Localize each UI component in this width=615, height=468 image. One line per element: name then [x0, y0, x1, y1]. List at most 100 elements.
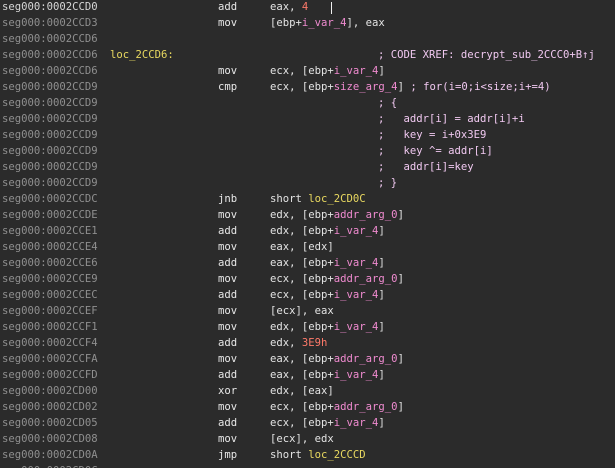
instruction-operands[interactable]: short loc_2CD0C	[270, 191, 366, 207]
listing-line[interactable]: seg000:0002CCDE mov edx, [ebp+addr_arg_0]	[0, 207, 615, 223]
instruction-mnemonic[interactable]: mov	[218, 303, 237, 319]
instruction-operands[interactable]: ecx, [ebp+i_var_4]	[270, 287, 385, 303]
line-address[interactable]: seg000:0002CCD9	[2, 111, 98, 127]
line-address[interactable]: seg000:0002CCD3	[2, 15, 98, 31]
line-address[interactable]: seg000:0002CCE9	[2, 271, 98, 287]
line-address[interactable]: seg000:0002CCE1	[2, 223, 98, 239]
instruction-mnemonic[interactable]: jmp	[218, 447, 237, 463]
line-address[interactable]: seg000:0002CD0A	[2, 447, 98, 463]
instruction-operands[interactable]: [ecx], edx	[270, 431, 334, 447]
line-address[interactable]: seg000:0002CCD9	[2, 127, 98, 143]
instruction-mnemonic[interactable]: mov	[218, 399, 237, 415]
line-address[interactable]: seg000:0002CCD9	[2, 143, 98, 159]
instruction-mnemonic[interactable]: add	[218, 367, 237, 383]
operand-variable[interactable]: i_var_4	[334, 321, 379, 333]
instruction-mnemonic[interactable]: mov	[218, 351, 237, 367]
operand-variable[interactable]: i_var_4	[302, 17, 347, 29]
listing-line[interactable]: seg000:0002CCF1 mov edx, [ebp+i_var_4]	[0, 319, 615, 335]
instruction-mnemonic[interactable]: mov	[218, 207, 237, 223]
line-address[interactable]: seg000:0002CD08	[2, 431, 98, 447]
instruction-operands[interactable]: ecx, [ebp+size_arg_4] ; for(i=0;i<size;i…	[270, 79, 551, 95]
line-address[interactable]: seg000:0002CCD6	[2, 31, 98, 47]
line-address[interactable]: seg000:0002CCE6	[2, 255, 98, 271]
listing-line[interactable]: seg000:0002CD0C ; -----------------------…	[0, 463, 615, 468]
listing-line[interactable]: seg000:0002CCD9 ; key ^= addr[i]	[0, 143, 615, 159]
operand-variable[interactable]: addr_arg_0	[334, 401, 398, 413]
listing-line[interactable]: seg000:0002CCD9 ; addr[i] = addr[i]+i	[0, 111, 615, 127]
line-address[interactable]: seg000:0002CCEC	[2, 287, 98, 303]
listing-line[interactable]: seg000:0002CCF4 add edx, 3E9h	[0, 335, 615, 351]
line-address[interactable]: seg000:0002CCDC	[2, 191, 98, 207]
instruction-mnemonic[interactable]: mov	[218, 271, 237, 287]
instruction-operands[interactable]: ecx, [ebp+addr_arg_0]	[270, 271, 404, 287]
operand-variable[interactable]: addr_arg_0	[334, 273, 398, 285]
instruction-operands[interactable]: edx, [ebp+addr_arg_0]	[270, 207, 404, 223]
operand-variable[interactable]: addr_arg_0	[334, 209, 398, 221]
instruction-operands[interactable]: short loc_2CCCD	[270, 447, 366, 463]
instruction-operands[interactable]: edx, 3E9h	[270, 335, 327, 351]
listing-line[interactable]: seg000:0002CD00 xor edx, [eax]	[0, 383, 615, 399]
listing-line[interactable]: seg000:0002CCD0 add eax, 4	[0, 0, 615, 15]
line-address[interactable]: seg000:0002CCEF	[2, 303, 98, 319]
operand-variable[interactable]: i_var_4	[334, 369, 379, 381]
line-address[interactable]: seg000:0002CCD6	[2, 63, 98, 79]
listing-line[interactable]: seg000:0002CCD6 loc_2CCD6: ; CODE XREF: de…	[0, 47, 615, 63]
operand-immediate[interactable]: 3E9h	[302, 337, 328, 349]
instruction-mnemonic[interactable]: jnb	[218, 191, 237, 207]
instruction-operands[interactable]: ecx, [ebp+i_var_4]	[270, 63, 385, 79]
line-address[interactable]: seg000:0002CCD9	[2, 159, 98, 175]
line-address[interactable]: seg000:0002CD02	[2, 399, 98, 415]
line-address[interactable]: seg000:0002CCE4	[2, 239, 98, 255]
instruction-mnemonic[interactable]: mov	[218, 239, 237, 255]
operand-immediate[interactable]: 4	[302, 1, 308, 13]
instruction-mnemonic[interactable]: add	[218, 0, 237, 15]
listing-line[interactable]: seg000:0002CCD9 ; {	[0, 95, 615, 111]
instruction-mnemonic[interactable]: add	[218, 287, 237, 303]
instruction-operands[interactable]: edx, [ebp+i_var_4]	[270, 223, 385, 239]
operand-variable[interactable]: i_var_4	[334, 257, 379, 269]
instruction-mnemonic[interactable]: mov	[218, 431, 237, 447]
listing-line[interactable]: seg000:0002CCD9 ; key = i+0x3E9	[0, 127, 615, 143]
operand-jump-target[interactable]: loc_2CD0C	[308, 193, 365, 205]
listing-line[interactable]: seg000:0002CCE6 add eax, [ebp+i_var_4]	[0, 255, 615, 271]
line-address[interactable]: seg000:0002CD05	[2, 415, 98, 431]
line-address[interactable]: seg000:0002CD00	[2, 383, 98, 399]
instruction-operands[interactable]: eax, [ebp+i_var_4]	[270, 367, 385, 383]
instruction-operands[interactable]: eax, [ebp+addr_arg_0]	[270, 351, 404, 367]
listing-line[interactable]: seg000:0002CCD6	[0, 31, 615, 47]
listing-line[interactable]: seg000:0002CCD9 ; addr[i]=key	[0, 159, 615, 175]
instruction-mnemonic[interactable]: add	[218, 415, 237, 431]
line-address[interactable]: seg000:0002CCDE	[2, 207, 98, 223]
listing-line[interactable]: seg000:0002CCEC add ecx, [ebp+i_var_4]	[0, 287, 615, 303]
listing-line[interactable]: seg000:0002CCD9 cmp ecx, [ebp+size_arg_4] …	[0, 79, 615, 95]
instruction-mnemonic[interactable]: mov	[218, 63, 237, 79]
listing-line[interactable]: seg000:0002CCFD add eax, [ebp+i_var_4]	[0, 367, 615, 383]
instruction-operands[interactable]: eax, [ebp+i_var_4]	[270, 255, 385, 271]
instruction-operands[interactable]: ecx, [ebp+i_var_4]	[270, 415, 385, 431]
instruction-mnemonic[interactable]: cmp	[218, 79, 237, 95]
disassembly-listing[interactable]: seg000:0002CCD0 add eax, 4 seg000:0002CCD3 m…	[0, 0, 615, 468]
instruction-operands[interactable]: edx, [eax]	[270, 383, 334, 399]
instruction-operands[interactable]: ecx, [ebp+addr_arg_0]	[270, 399, 404, 415]
line-address[interactable]: seg000:0002CCD0	[2, 0, 98, 15]
operand-jump-target[interactable]: loc_2CCCD	[308, 449, 365, 461]
line-address[interactable]: seg000:0002CCD9	[2, 79, 98, 95]
instruction-mnemonic[interactable]: mov	[218, 15, 237, 31]
listing-line[interactable]: seg000:0002CCE4 mov eax, [edx]	[0, 239, 615, 255]
listing-line[interactable]: seg000:0002CD08 mov [ecx], edx	[0, 431, 615, 447]
operand-variable[interactable]: i_var_4	[334, 225, 379, 237]
listing-line[interactable]: seg000:0002CCD3 mov [ebp+i_var_4], eax	[0, 15, 615, 31]
line-address[interactable]: seg000:0002CCD9	[2, 175, 98, 191]
instruction-operands[interactable]: [ecx], eax	[270, 303, 334, 319]
code-label[interactable]: loc_2CCD6:	[110, 47, 174, 63]
operand-variable[interactable]: size_arg_4	[334, 81, 398, 93]
line-address[interactable]: seg000:0002CCF1	[2, 319, 98, 335]
listing-line[interactable]: seg000:0002CCD9 ; }	[0, 175, 615, 191]
instruction-mnemonic[interactable]: add	[218, 223, 237, 239]
listing-line[interactable]: seg000:0002CCFA mov eax, [ebp+addr_arg_0]	[0, 351, 615, 367]
line-address[interactable]: seg000:0002CCD9	[2, 95, 98, 111]
listing-line[interactable]: seg000:0002CCD6 mov ecx, [ebp+i_var_4]	[0, 63, 615, 79]
instruction-operands[interactable]: eax, 4	[270, 0, 308, 15]
instruction-operands[interactable]: edx, [ebp+i_var_4]	[270, 319, 385, 335]
listing-line[interactable]: seg000:0002CCE9 mov ecx, [ebp+addr_arg_0]	[0, 271, 615, 287]
